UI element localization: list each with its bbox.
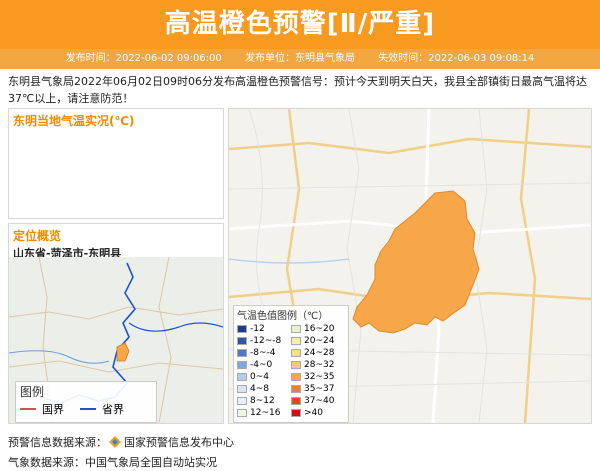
warning-description: 东明县气象局2022年06月02日09时06分发布高温橙色预警信号：预计今天到明…: [8, 75, 587, 105]
release-center-logo-icon: [109, 436, 121, 448]
locator-map[interactable]: 图例 国界 省界: [9, 257, 223, 423]
temperature-legend-swatch: [237, 349, 247, 357]
temperature-legend-item: >40: [291, 407, 345, 419]
temperature-legend-label: 24~28: [304, 348, 335, 358]
expire-time: 失效时间：2022-06-03 09:08:14: [378, 53, 535, 64]
locator-legend: 图例 国界 省界: [15, 381, 157, 423]
temperature-legend-item: -12: [237, 323, 291, 335]
national-border-swatch: [20, 408, 36, 410]
temperature-legend-swatch: [291, 361, 301, 369]
temperature-legend-swatch: [291, 325, 301, 333]
province-border-label: 省界: [102, 403, 124, 416]
temperature-legend-item: 20~24: [291, 335, 345, 347]
temperature-legend-swatch: [237, 397, 247, 405]
temperature-legend-item: 16~20: [291, 323, 345, 335]
temperature-legend-item: 24~28: [291, 347, 345, 359]
temperature-legend-label: 28~32: [304, 360, 335, 370]
temperature-legend-item: 8~12: [237, 395, 291, 407]
temperature-legend-label: 8~12: [250, 396, 275, 406]
temperature-legend-label: 0~4: [250, 372, 269, 382]
temperature-legend-title: 气温色值图例（℃）: [237, 311, 329, 322]
temperature-legend-item: 35~37: [291, 383, 345, 395]
temperature-legend-label: 20~24: [304, 336, 335, 346]
temperature-legend-swatch: [291, 337, 301, 345]
temperature-legend-grid: -12 16~20 -12~-8 20~24 -8~-4 24~28 -4~0 28~32 0~…: [234, 323, 348, 419]
temperature-legend-label: -8~-4: [250, 348, 276, 358]
location-title: 定位概览: [13, 229, 62, 243]
temperature-legend-label: -4~0: [250, 360, 273, 370]
temperature-legend-item: 0~4: [237, 371, 291, 383]
temperature-legend-label: 37~40: [304, 396, 335, 406]
temperature-legend-label: 16~20: [304, 324, 335, 334]
temperature-legend-item: 37~40: [291, 395, 345, 407]
locator-legend-title: 图例: [20, 385, 45, 399]
temperature-legend-label: -12~-8: [250, 336, 282, 346]
temperature-legend-item: 28~32: [291, 359, 345, 371]
temperature-legend-label: >40: [304, 408, 323, 418]
local-temp-panel: 东明当地气温实况(℃): [8, 108, 224, 219]
temperature-legend-item: 12~16: [237, 407, 291, 419]
temperature-legend-swatch: [291, 409, 301, 417]
temperature-legend-swatch: [291, 385, 301, 393]
temperature-legend-item: -12~-8: [237, 335, 291, 347]
temperature-legend-swatch: [291, 373, 301, 381]
issue-time: 发布时间：2022-06-02 09:06:00: [65, 53, 222, 64]
warning-map[interactable]: 气温色值图例（℃） -12 16~20 -12~-8 20~24 -8~-4 24~28-…: [229, 109, 591, 423]
warning-source-name[interactable]: 国家预警信息发布中心: [124, 436, 234, 449]
national-border-label: 国界: [42, 403, 64, 416]
warning-meta-bar: 发布时间：2022-06-02 09:06:00 发布单位：东明县气象局 失效时…: [0, 49, 600, 69]
temperature-legend-label: 4~8: [250, 384, 269, 394]
temperature-legend-swatch: [237, 409, 247, 417]
temperature-legend-item: 32~35: [291, 371, 345, 383]
warning-header: 高温橙色预警[Ⅱ/严重]: [0, 0, 600, 49]
temperature-legend-swatch: [237, 385, 247, 393]
temperature-color-legend: 气温色值图例（℃） -12 16~20 -12~-8 20~24 -8~-4 24~28-…: [233, 305, 349, 423]
temperature-legend-label: 35~37: [304, 384, 335, 394]
temperature-legend-swatch: [237, 373, 247, 381]
temperature-legend-item: -4~0: [237, 359, 291, 371]
temperature-legend-swatch: [291, 349, 301, 357]
temperature-legend-label: 32~35: [304, 372, 335, 382]
temperature-legend-item: 4~8: [237, 383, 291, 395]
temperature-legend-swatch: [237, 325, 247, 333]
local-temp-title: 东明当地气温实况(℃): [13, 114, 135, 128]
temperature-legend-swatch: [237, 361, 247, 369]
temperature-legend-swatch: [291, 397, 301, 405]
warning-map-panel[interactable]: 气温色值图例（℃） -12 16~20 -12~-8 20~24 -8~-4 24~28-…: [228, 108, 592, 424]
temperature-legend-label: -12: [250, 324, 265, 334]
warning-source-label: 预警信息数据来源：: [8, 436, 107, 449]
temperature-legend-label: 12~16: [250, 408, 281, 418]
issuer: 发布单位：东明县气象局: [245, 53, 355, 64]
weather-source: 气象数据来源：中国气象局全国自动站实况: [8, 456, 217, 469]
temperature-legend-item: -8~-4: [237, 347, 291, 359]
province-border-swatch: [80, 408, 96, 410]
warning-title: 高温橙色预警[Ⅱ/严重]: [164, 9, 436, 39]
warning-source: 预警信息数据来源： 国家预警信息发布中心: [8, 434, 234, 450]
location-panel: 定位概览 山东省-菏泽市-东明县 图例 国界 省界: [8, 223, 224, 424]
temperature-legend-swatch: [237, 337, 247, 345]
